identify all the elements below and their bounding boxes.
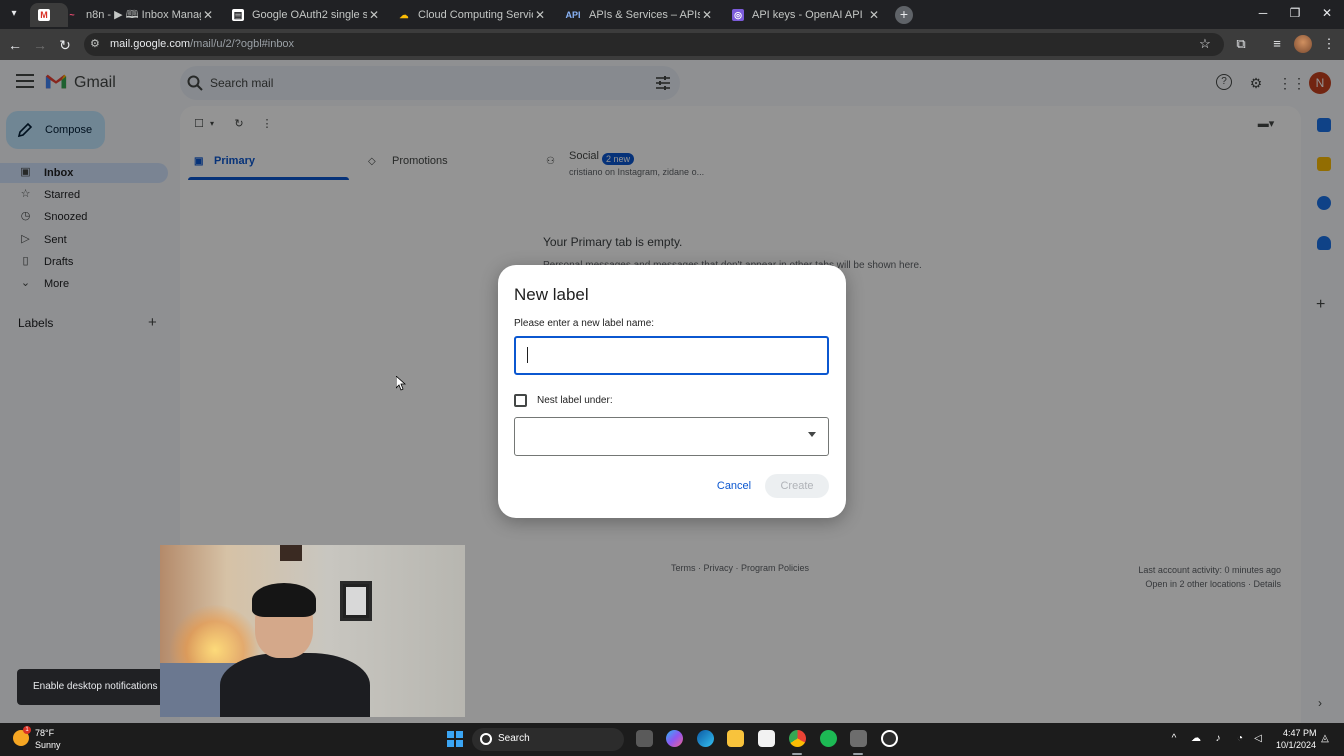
search-icon [480,733,492,745]
active-app-indicator [792,753,802,755]
microphone-icon[interactable]: ♪ [1211,732,1225,746]
mouse-pointer-icon [396,376,406,391]
camera-app-icon[interactable] [850,730,867,747]
chatgpt-icon[interactable] [881,730,898,747]
url-path: /mail/u/2/?ogbl#inbox [190,38,295,50]
text-caret [527,347,528,363]
new-tab-button[interactable]: + [895,6,913,24]
tab-apis-services[interactable]: API APIs & Services – APIs & Servic ✕ [557,3,722,27]
tab-close-icon[interactable]: ✕ [533,8,547,22]
create-button[interactable]: Create [765,474,829,498]
webcam-picture [346,587,366,615]
close-window-icon[interactable]: ✕ [1312,6,1342,20]
clock-date[interactable]: 10/1/2024 [1276,740,1316,750]
tray-chevron-up-icon[interactable]: ^ [1167,732,1181,746]
tab-openai-api-keys[interactable]: ◎ API keys - OpenAI API ✕ [724,3,889,27]
spotify-icon[interactable] [820,730,837,747]
tab-title: Cloud Computing Services | Go [418,9,533,21]
tab-search-chevron-icon[interactable]: ▾ [4,5,24,23]
taskbar-search-label: Search [498,733,530,744]
tab-title: n8n - ▶ 🕮 Inbox Management [86,8,201,21]
docs-favicon-icon: ▤ [232,9,244,21]
forward-icon[interactable]: → [31,36,49,54]
tab-title: APIs & Services – APIs & Servic [589,9,700,21]
browser-tab-bar: ▾ M ~ n8n - ▶ 🕮 Inbox Management ✕ ▤ Goo… [0,0,1344,29]
webcam-video [160,545,465,717]
tab-close-icon[interactable]: ✕ [700,8,714,22]
taskbar-search-box[interactable] [472,728,624,751]
microsoft-store-icon[interactable] [758,730,775,747]
tab-close-icon[interactable]: ✕ [867,8,881,22]
edge-icon[interactable] [697,730,714,747]
dropdown-arrow-icon [808,432,816,437]
bookmark-star-icon[interactable]: ☆ [1196,35,1214,53]
back-icon[interactable]: ← [6,36,24,54]
copilot-icon[interactable] [666,730,683,747]
extensions-icon[interactable]: ⧉ [1232,35,1250,53]
dialog-title: New label [514,285,589,304]
volume-icon[interactable]: ◁ [1251,732,1265,746]
tab-n8n[interactable]: ~ n8n - ▶ 🕮 Inbox Management ✕ [58,3,223,27]
nest-label-checkbox[interactable] [514,394,527,407]
new-label-dialog: New label Please enter a new label name:… [498,265,846,518]
notification-toast[interactable]: Enable desktop notifications [17,669,167,705]
openai-favicon-icon: ◎ [732,9,744,21]
parent-label-select[interactable] [514,417,829,456]
webcam-shelf [280,545,302,561]
chrome-icon[interactable] [789,730,806,747]
webcam-person-body [220,653,370,717]
tab-close-icon[interactable]: ✕ [201,8,215,22]
notification-bell-icon[interactable]: ◬ [1318,732,1332,746]
task-view-icon[interactable] [636,730,653,747]
toast-text: Enable desktop notifications [33,681,158,692]
nest-label-text: Nest label under: [537,395,613,406]
minimize-icon[interactable]: ─ [1248,6,1278,20]
active-app-indicator [853,753,863,755]
url-host: mail.google.com [110,38,191,50]
reload-icon[interactable]: ↻ [56,36,74,54]
tab-title: Google OAuth2 single service | [252,9,367,21]
cancel-button[interactable]: Cancel [709,474,759,498]
n8n-favicon-icon: ~ [69,10,75,20]
tab-title: API keys - OpenAI API [752,9,863,21]
wifi-icon[interactable]: ◔ [1233,732,1247,746]
windows-start-icon[interactable] [447,731,463,747]
label-name-input[interactable] [514,336,829,375]
windows-taskbar: 1 78°F Sunny Search ^ ☁ ♪ ◔ ◁ 4:47 PM 10… [0,723,1344,756]
weather-alert-badge: 1 [23,726,31,734]
weather-temperature[interactable]: 78°F [35,728,54,738]
browser-menu-icon[interactable]: ⋮ [1320,35,1338,53]
tab-close-icon[interactable]: ✕ [367,8,381,22]
url-text[interactable]: mail.google.com/mail/u/2/?ogbl#inbox [110,38,294,50]
label-name-prompt: Please enter a new label name: [514,318,655,329]
api-favicon-icon: API [565,10,581,20]
onedrive-icon[interactable]: ☁ [1189,732,1203,746]
weather-condition[interactable]: Sunny [35,740,61,750]
media-controls-icon[interactable]: ≡ [1268,35,1286,53]
gmail-favicon-icon: M [38,9,50,21]
tab-google-oauth2[interactable]: ▤ Google OAuth2 single service | ✕ [224,3,389,27]
gcloud-favicon-icon: ☁ [399,10,409,20]
webcam-person-hair [252,583,316,617]
tab-cloud-computing[interactable]: ☁ Cloud Computing Services | Go ✕ [390,3,555,27]
clock-time[interactable]: 4:47 PM [1283,728,1317,738]
site-info-icon[interactable]: ⚙ [90,37,104,51]
browser-profile-avatar[interactable] [1294,35,1312,53]
restore-icon[interactable]: ❐ [1280,6,1310,20]
file-explorer-icon[interactable] [727,730,744,747]
